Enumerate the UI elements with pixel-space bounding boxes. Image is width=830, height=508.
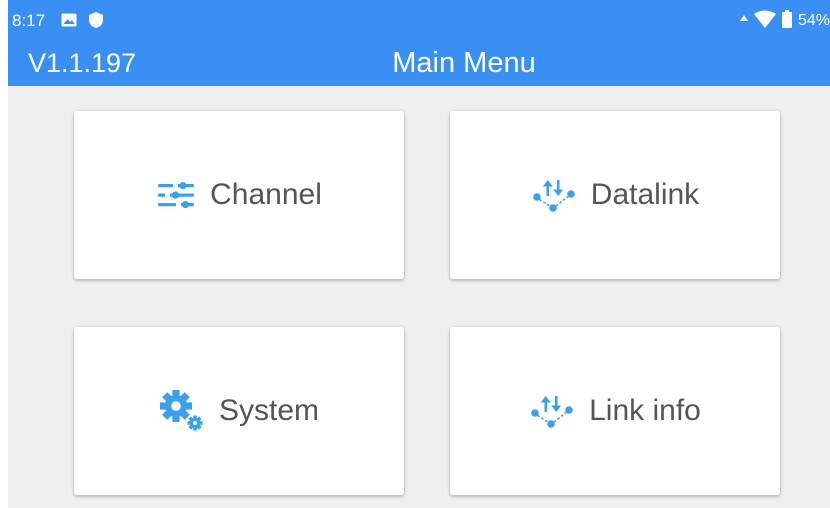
channel-label: Channel bbox=[210, 178, 322, 211]
gears-icon bbox=[159, 390, 205, 432]
system-button[interactable]: System bbox=[74, 327, 404, 495]
version-label: V1.1.197 bbox=[28, 48, 137, 78]
datalink-button[interactable]: Datalink bbox=[450, 111, 780, 279]
link-info-icon bbox=[529, 393, 575, 429]
signal-icon bbox=[739, 12, 748, 30]
link-info-button[interactable]: Link info bbox=[450, 327, 780, 495]
sliders-icon bbox=[156, 179, 196, 211]
channel-button[interactable]: Channel bbox=[74, 111, 404, 279]
datalink-label: Datalink bbox=[590, 178, 700, 211]
system-label: System bbox=[218, 394, 320, 427]
wifi-icon bbox=[753, 10, 776, 33]
datalink-icon bbox=[531, 177, 577, 213]
app-header: 8:17 54% V1.1.197 Main Menu bbox=[8, 0, 830, 86]
status-bar: 8:17 54% bbox=[8, 0, 830, 40]
status-right: 54% bbox=[739, 9, 830, 33]
status-time: 8:17 bbox=[12, 11, 46, 30]
image-icon bbox=[60, 11, 78, 34]
app-screen: 8:17 54% V1.1.197 Main Menu Channel Data… bbox=[8, 0, 830, 508]
link-info-label: Link info bbox=[589, 394, 701, 427]
shield-icon bbox=[88, 11, 104, 34]
battery-level: 54% bbox=[797, 12, 830, 29]
battery-icon bbox=[781, 9, 792, 33]
